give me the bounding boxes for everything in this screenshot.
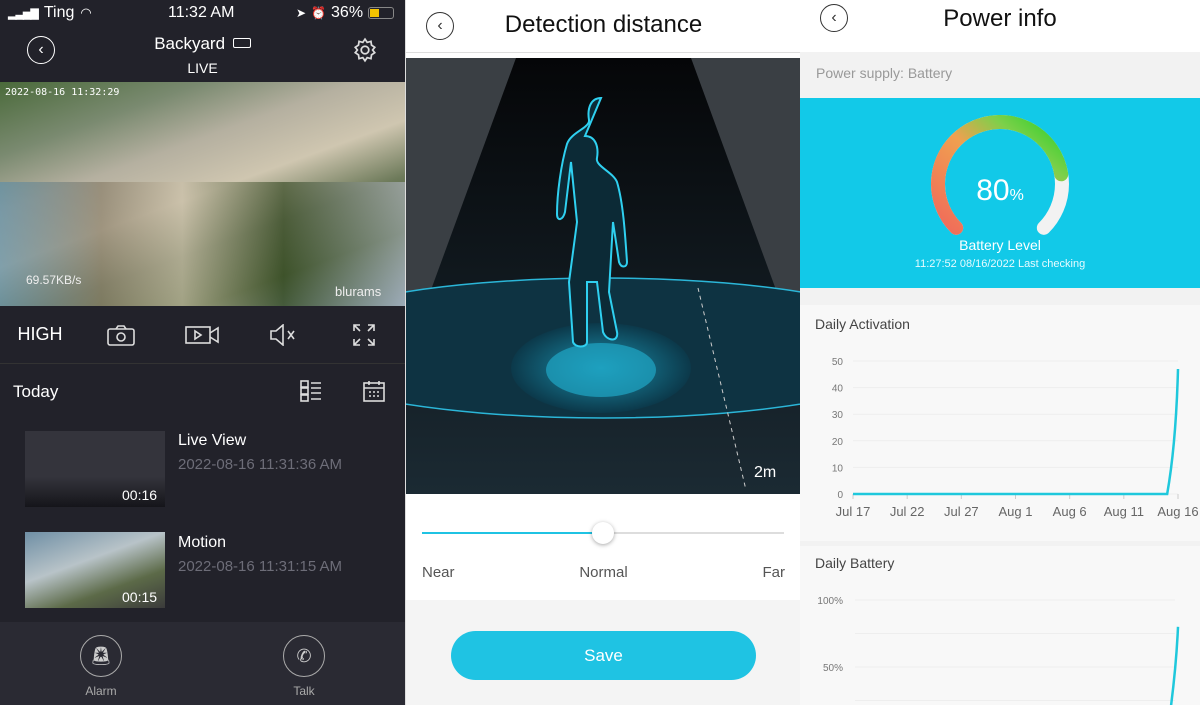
x-tick-label: Aug 6 <box>1053 504 1087 519</box>
snapshot-button[interactable] <box>80 324 161 346</box>
gear-icon[interactable] <box>352 37 378 63</box>
y-tick-label: 10 <box>832 463 844 474</box>
y-tick-label: 20 <box>832 437 844 448</box>
recording-duration: 00:16 <box>122 487 158 503</box>
watermark-logo: blurams <box>335 284 382 299</box>
alarm-clock-icon: ⏰ <box>311 6 327 20</box>
detection-distance-screen: ‹ Detection distance 2m Near Normal Far … <box>405 0 800 705</box>
power-supply: Power supply: Battery <box>816 65 953 81</box>
status-bar-left: ▂▃▅▇ Ting ◠ <box>8 4 92 22</box>
list-view-icon[interactable] <box>300 380 322 402</box>
x-tick-label: Jul 17 <box>836 504 871 519</box>
mute-button[interactable] <box>242 323 323 346</box>
battery-readout: 80% <box>800 174 1200 208</box>
bitrate: 69.57KB/s <box>26 273 82 287</box>
distance-label: 2m <box>754 464 777 481</box>
x-tick-label: Aug 16 <box>1157 504 1198 519</box>
video-timestamp: 2022-08-16 11:32:29 <box>5 87 120 98</box>
talk-label: Talk <box>293 684 315 698</box>
slider-card: Near Normal Far <box>406 494 800 600</box>
battery-icon <box>368 7 395 19</box>
recording-duration: 00:15 <box>122 589 158 605</box>
daily-activation-chart: 0 10 20 30 40 50 Jul 17 Jul 22 Jul 27 Aug 1 Aug 6 A… <box>832 357 1199 519</box>
status-bar-right: ➤ ⏰ 36% <box>296 4 395 22</box>
y-tick-label: 0 <box>837 490 843 501</box>
y-tick-label: 40 <box>832 384 844 395</box>
normal-label: Normal <box>579 564 628 581</box>
recording-time: 2022-08-16 11:31:36 AM <box>178 456 343 473</box>
battery-value: 80 <box>976 174 1010 207</box>
camera-icon <box>106 324 135 346</box>
save-button[interactable]: Save <box>451 631 756 680</box>
detection-illustration <box>406 58 800 494</box>
live-video-feed[interactable]: 2022-08-16 11:32:29 69.57KB/s blurams <box>0 82 405 306</box>
power-info-screen: ‹ Power info Power supply: Battery 80% B… <box>800 0 1200 705</box>
y-tick-label: 100% <box>817 596 843 607</box>
fullscreen-icon <box>352 323 375 346</box>
x-tick-label: Aug 1 <box>999 504 1033 519</box>
record-button[interactable] <box>161 325 242 345</box>
daily-battery-chart: 100% 50% <box>817 596 1180 705</box>
y-tick-label: 50% <box>823 663 843 674</box>
bottom-toolbar: 🚨︎ Alarm ✆ Talk <box>0 622 405 705</box>
y-tick-label: 50 <box>832 357 844 368</box>
x-tick-label: Jul 22 <box>890 504 925 519</box>
battery-label: Battery Level <box>959 237 1041 253</box>
divider <box>406 52 800 53</box>
camera-name: Backyard <box>154 34 226 53</box>
slider-thumb[interactable] <box>592 522 614 544</box>
x-tick-label: Jul 27 <box>944 504 979 519</box>
record-video-icon <box>184 325 219 344</box>
alarm-label: Alarm <box>85 684 117 698</box>
wifi-icon: ◠ <box>80 5 92 20</box>
camera-title-wrap: Backyard <box>0 34 405 54</box>
mute-icon <box>269 323 295 346</box>
battery-icon <box>232 38 251 48</box>
y-tick-label: 30 <box>832 410 844 421</box>
alarm-button[interactable]: 🚨︎ <box>80 635 122 677</box>
location-icon: ➤ <box>296 6 307 20</box>
page-title: Power info <box>943 5 1057 32</box>
clock: 11:32 AM <box>168 4 235 21</box>
slider-fill <box>422 532 603 534</box>
live-label: LIVE <box>187 60 218 76</box>
recording-time: 2022-08-16 11:31:15 AM <box>178 558 343 575</box>
list-header: Today <box>13 382 59 401</box>
battery-percent: 36% <box>331 4 364 21</box>
phone-icon: ✆ <box>296 645 312 666</box>
fullscreen-button[interactable] <box>323 323 404 346</box>
recording-title: Live View <box>178 432 247 449</box>
far-label: Far <box>762 564 786 581</box>
daily-battery-card: Daily Battery 100% 50% <box>800 546 1200 705</box>
x-tick-label: Aug 11 <box>1104 504 1144 519</box>
camera-live-screen: ▂▃▅▇ Ting ◠ 11:32 AM ➤ ⏰ 36% ‹ Backyard … <box>0 0 405 705</box>
alarm-icon: 🚨︎ <box>89 645 113 666</box>
page-title: Detection distance <box>504 11 703 38</box>
battery-line <box>1169 626 1180 705</box>
talk-button[interactable]: ✆ <box>283 635 325 677</box>
signal-icon: ▂▃▅▇ <box>8 7 39 20</box>
last-check: 11:27:52 08/16/2022 Last checking <box>914 258 1086 270</box>
quality-button[interactable]: HIGH <box>0 324 80 345</box>
calendar-icon[interactable] <box>363 380 385 402</box>
battery-gauge-card: 80% Battery Level 11:27:52 08/16/2022 La… <box>800 98 1200 288</box>
battery-unit: % <box>1009 187 1024 204</box>
daily-activation-card: Daily Activation 0 10 20 30 40 50 Jul 17 Jul 22… <box>800 305 1200 541</box>
live-controls: HIGH <box>0 306 405 364</box>
recording-title: Motion <box>178 534 227 551</box>
carrier: Ting <box>43 4 75 21</box>
